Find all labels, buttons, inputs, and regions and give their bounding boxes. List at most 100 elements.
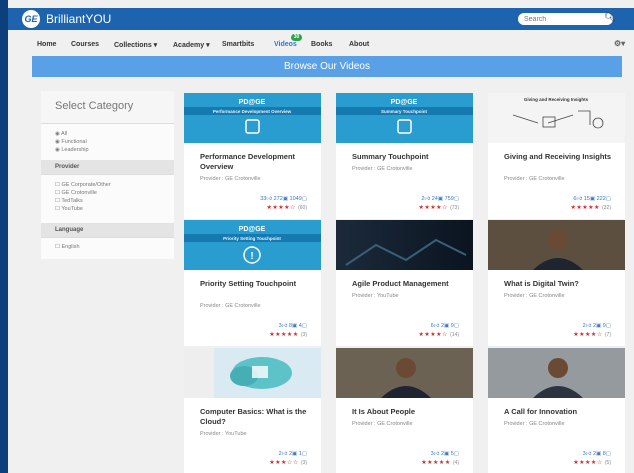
star-rating[interactable]: ★★★★★ (3) [269, 331, 307, 338]
search-input[interactable] [518, 13, 613, 25]
rating-stars[interactable]: ★★★★☆ [573, 460, 602, 466]
star-rating[interactable]: ★★★★☆ (7) [573, 331, 611, 338]
provider-option[interactable]: ☐ GE Crotonville [41, 189, 174, 197]
rating-count: (4) [452, 460, 459, 466]
thumbs-up-icon[interactable]: 👍︎ [434, 323, 440, 329]
video-provider: Provider : GE Crotonville [504, 293, 565, 299]
search-icon[interactable]: 🔍︎ [604, 12, 615, 23]
nav-item-smartbits[interactable]: Smartbits [222, 41, 254, 48]
video-title[interactable]: Priority Setting Touchpoint [200, 279, 315, 289]
nav-item-videos[interactable]: Videos [274, 41, 297, 48]
video-title[interactable]: Giving and Receiving Insights [504, 152, 619, 162]
provider-option-label: YouTube [61, 206, 83, 212]
brand-name[interactable]: BrilliantYOU [46, 12, 111, 26]
rating-count: (14) [450, 332, 459, 338]
video-thumbnail[interactable]: PD@GE Priority Setting Touchpoint! [184, 220, 321, 270]
top-bar: GE BrilliantYOU 🔍︎ [8, 8, 634, 30]
video-thumbnail[interactable]: PD@GE Performance Development Overview [184, 93, 321, 143]
rating-stars[interactable]: ★★★★☆ [573, 332, 602, 338]
rating-stars[interactable]: ★★★★☆ [419, 205, 448, 211]
comments-icon: ▢ [301, 196, 307, 202]
star-rating[interactable]: ★★★☆☆ (3) [269, 459, 307, 466]
video-thumbnail[interactable] [184, 348, 321, 398]
comments-icon: ▢ [605, 451, 611, 457]
provider-option[interactable]: ☐ GE Corporate/Other [41, 181, 174, 189]
video-thumbnail[interactable] [336, 348, 473, 398]
video-thumbnail[interactable] [488, 348, 625, 398]
video-thumbnail[interactable]: PD@GE Summary Touchpoint [336, 93, 473, 143]
views-icon: ▣ [292, 323, 298, 329]
video-card[interactable]: Giving and Receiving Insights Giving and … [488, 93, 625, 219]
video-title[interactable]: A Call for Innovation [504, 407, 619, 417]
category-option[interactable]: ◉ All [41, 130, 174, 138]
ge-logo[interactable]: GE [22, 10, 40, 28]
video-stats: 3👍︎ 8▣ 4▢ [279, 323, 307, 329]
video-thumbnail[interactable]: Giving and Receiving Insights [488, 93, 625, 143]
star-rating[interactable]: ★★★★★ (4) [421, 459, 459, 466]
nav-item-books[interactable]: Books [311, 41, 332, 48]
video-card[interactable]: PD@GE Summary Touchpoint Summary Touchpoin… [336, 93, 473, 219]
video-thumbnail[interactable] [488, 220, 625, 270]
category-option-label: All [61, 131, 68, 137]
rating-stars[interactable]: ★★★★★ [269, 332, 298, 338]
nav-item-about[interactable]: About [349, 41, 369, 48]
video-stats: 3👍︎ 2▣ 5▢ [431, 451, 459, 457]
thumbs-up-icon[interactable]: 👍︎ [434, 451, 440, 457]
video-thumbnail[interactable] [336, 220, 473, 270]
views-icon: ▣ [437, 196, 444, 202]
star-rating[interactable]: ★★★★☆ (73) [419, 204, 459, 211]
video-title[interactable]: Performance Development Overview [200, 152, 315, 172]
thumbs-up-icon[interactable]: 👍︎ [282, 451, 288, 457]
thumbs-up-icon[interactable]: 👍︎ [576, 196, 582, 202]
comments-icon: ▢ [605, 196, 611, 202]
rating-stars[interactable]: ★★★★★ [571, 205, 600, 211]
thumbs-up-icon[interactable]: 👍︎ [586, 323, 592, 329]
provider-list: ☐ GE Corporate/Other ☐ GE Crotonville ☐ Te… [41, 174, 174, 223]
video-card[interactable]: A Call for Innovation Provider : GE Croto… [488, 348, 625, 473]
video-card[interactable]: What is Digital Twin? Provider : GE Croto… [488, 220, 625, 346]
video-title[interactable]: Computer Basics: What is the Cloud? [200, 407, 315, 427]
nav-item-academy[interactable]: Academy ▾ [173, 41, 210, 49]
category-option[interactable]: ◉ Leadership [41, 146, 174, 154]
rating-count: (32) [602, 205, 611, 211]
video-card[interactable]: PD@GE Performance Development Overview Per… [184, 93, 321, 219]
video-stats: 6👍︎ 15▣ 222▢ [573, 196, 611, 202]
video-title[interactable]: It Is About People [352, 407, 467, 417]
star-rating[interactable]: ★★★★★ (32) [571, 204, 611, 211]
video-card[interactable]: PD@GE Priority Setting Touchpoint! Priorit… [184, 220, 321, 346]
rating-stars[interactable]: ★★★★☆ [267, 205, 296, 211]
nav-item-courses[interactable]: Courses [71, 41, 99, 48]
star-rating[interactable]: ★★★★☆ (5) [573, 459, 611, 466]
video-title[interactable]: What is Digital Twin? [504, 279, 619, 289]
video-card[interactable]: It Is About People Provider : GE Crotonvi… [336, 348, 473, 473]
video-card[interactable]: Agile Product Management Provider : YouTu… [336, 220, 473, 346]
provider-option[interactable]: ☐ YouTube [41, 205, 174, 213]
video-card[interactable]: Computer Basics: What is the Cloud? Provi… [184, 348, 321, 473]
video-title[interactable]: Agile Product Management [352, 279, 467, 289]
comments-count: 222 [596, 196, 606, 202]
rating-stars[interactable]: ★★★★★ [421, 460, 450, 466]
nav-item-collections[interactable]: Collections ▾ [114, 41, 157, 49]
thumbs-up-icon[interactable]: 👍︎ [282, 323, 288, 329]
language-option[interactable]: ☐ English [41, 243, 174, 251]
category-list: ◉ All ◉ Functional ◉ Leadership [41, 123, 174, 160]
language-option-label: English [61, 244, 80, 250]
rating-stars[interactable]: ★★★☆☆ [269, 460, 298, 466]
banner: Browse Our Videos [32, 56, 622, 77]
settings-gear-icon[interactable]: ⚙▾ [614, 39, 625, 48]
category-option-label: Leadership [61, 147, 89, 153]
rating-stars[interactable]: ★★★★☆ [419, 332, 448, 338]
provider-heading: Provider [41, 160, 174, 174]
provider-option[interactable]: ☐ TedTalks [41, 197, 174, 205]
thumbs-up-icon[interactable]: 👍︎ [586, 451, 592, 457]
thumbs-up-icon[interactable]: 👍︎ [266, 196, 272, 202]
language-list: ☐ English [41, 237, 174, 259]
views-icon: ▣ [282, 196, 289, 202]
category-option[interactable]: ◉ Functional [41, 138, 174, 146]
star-rating[interactable]: ★★★★☆ (14) [419, 331, 459, 338]
video-title[interactable]: Summary Touchpoint [352, 152, 467, 162]
nav-item-home[interactable]: Home [37, 41, 56, 48]
video-stats: 6👍︎ 2▣ 9▢ [431, 323, 459, 329]
star-rating[interactable]: ★★★★☆ (60) [267, 204, 307, 211]
thumbs-up-icon[interactable]: 👍︎ [424, 196, 430, 202]
